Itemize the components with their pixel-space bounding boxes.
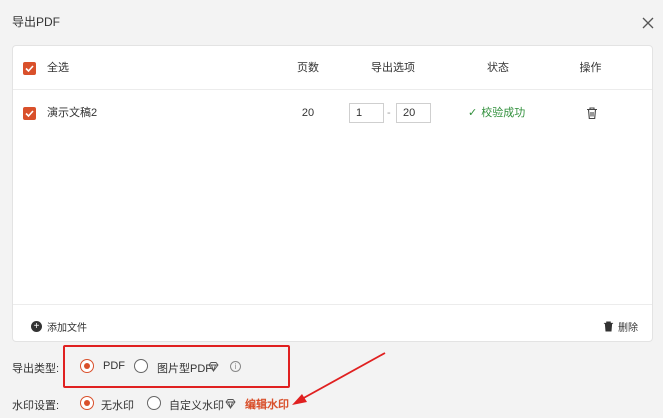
table-row: 演示文稿2 20 1 - 20 ✓ 校验成功 (13, 91, 652, 135)
close-icon[interactable] (641, 16, 655, 30)
export-type-label: 导出类型: (12, 363, 60, 375)
delete-label: 删除 (618, 323, 638, 334)
row-checkbox[interactable] (23, 107, 36, 120)
page-count: 20 (301, 107, 315, 119)
file-name: 演示文稿2 (47, 107, 98, 119)
pages-header: 页数 (297, 62, 319, 74)
select-all-label: 全选 (47, 62, 69, 74)
status-badge: ✓ 校验成功 (468, 91, 525, 135)
option-custom-watermark-label[interactable]: 自定义水印 (169, 397, 224, 413)
select-all-checkbox[interactable] (23, 62, 36, 75)
status-header: 状态 (487, 62, 509, 74)
range-to-input[interactable]: 20 (396, 103, 431, 123)
file-list-panel: 全选 页数 导出选项 状态 操作 演示文稿2 20 1 - 20 ✓ 校验成功 +… (12, 45, 653, 342)
option-no-watermark-label[interactable]: 无水印 (101, 397, 134, 413)
trash-icon[interactable] (585, 106, 599, 120)
plus-circle-icon: + (31, 321, 42, 332)
range-separator: - (387, 107, 391, 119)
action-header: 操作 (579, 62, 602, 74)
range-from-input[interactable]: 1 (349, 103, 384, 123)
add-file-button[interactable]: + 添加文件 (31, 319, 87, 334)
status-text: 校验成功 (481, 107, 526, 119)
dialog-title: 导出PDF (12, 15, 61, 29)
highlight-box (63, 345, 290, 388)
annotation-arrow (280, 350, 390, 410)
check-icon: ✓ (468, 107, 478, 119)
range-header: 导出选项 (371, 62, 415, 74)
table-header: 全选 页数 导出选项 状态 操作 (13, 46, 652, 90)
panel-footer: + 添加文件 删除 (13, 304, 652, 343)
radio-no-watermark[interactable] (80, 396, 94, 410)
delete-button[interactable]: 删除 (603, 319, 638, 334)
add-file-label: 添加文件 (47, 323, 87, 334)
radio-custom-watermark[interactable] (147, 396, 161, 410)
trash-icon (603, 321, 614, 332)
diamond-icon (225, 398, 236, 409)
watermark-label: 水印设置: (12, 400, 60, 412)
